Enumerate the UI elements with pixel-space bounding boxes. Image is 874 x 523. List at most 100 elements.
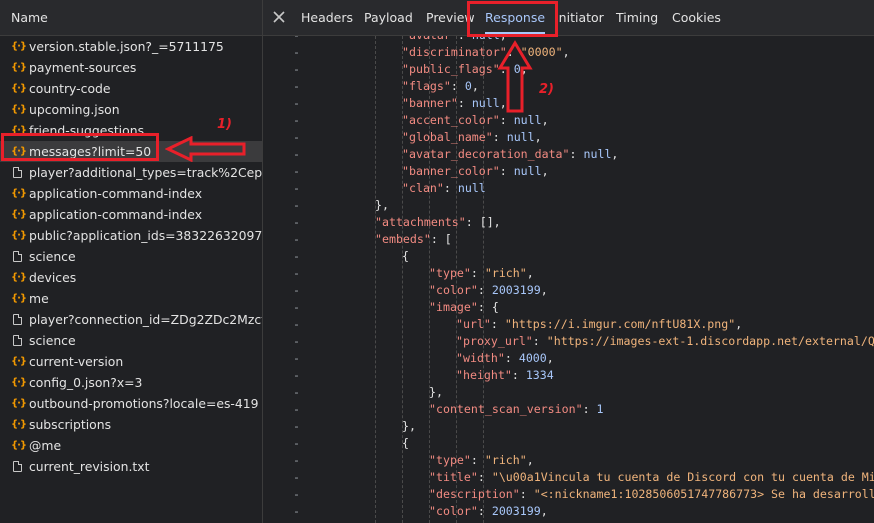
fold-marker[interactable]: -	[293, 333, 300, 350]
code-token: 1	[596, 402, 604, 416]
code-token: "<:nickname1:1028506051747786773> Se ha …	[533, 487, 874, 501]
request-row[interactable]: {·} devices	[0, 267, 262, 288]
annotation-box-response-tab	[467, 1, 558, 37]
code-token: "title"	[429, 470, 478, 484]
response-code-view[interactable]: -"avatar": null,-"discriminator": "0000"…	[263, 36, 874, 523]
fold-marker[interactable]: -	[293, 129, 300, 146]
code-token: "discriminator"	[402, 45, 507, 59]
fold-marker[interactable]: -	[293, 95, 300, 112]
code-token: "https://images-ext-1.discordapp.net/ext…	[546, 334, 874, 348]
fold-marker[interactable]: -	[293, 197, 300, 214]
code-token: ,	[540, 283, 548, 297]
fold-marker[interactable]: -	[293, 418, 300, 435]
request-row[interactable]: {·} payment-sources	[0, 57, 262, 78]
code-token: },	[429, 385, 443, 399]
code-token: "embeds"	[375, 232, 431, 246]
request-name: devices	[29, 270, 77, 285]
code-token: 0	[464, 79, 472, 93]
fold-marker[interactable]: -	[293, 350, 300, 367]
fold-marker[interactable]: -	[293, 384, 300, 401]
fold-marker[interactable]: -	[293, 299, 300, 316]
fold-marker[interactable]: -	[293, 503, 300, 520]
code-token: "banner_color"	[402, 164, 500, 178]
fold-marker[interactable]: -	[293, 44, 300, 61]
fold-marker[interactable]: -	[293, 265, 300, 282]
request-name: country-code	[29, 81, 111, 96]
code-token: :	[470, 453, 485, 467]
request-row[interactable]: player?connection_id=ZDg2ZDc2MzctMT...	[0, 309, 262, 330]
request-name: subscriptions	[29, 417, 112, 432]
fold-marker[interactable]: -	[293, 112, 300, 129]
fold-marker[interactable]: -	[293, 78, 300, 95]
tab-cookies[interactable]: Cookies	[672, 0, 721, 35]
close-icon[interactable]	[272, 10, 286, 24]
request-row[interactable]: current_revision.txt	[0, 456, 262, 477]
code-token: :	[443, 181, 458, 195]
code-token: :	[582, 402, 597, 416]
code-token: :	[499, 164, 514, 178]
request-list: {·} version.stable.json?_=5711175 {·} payme…	[0, 36, 262, 477]
fold-marker[interactable]: -	[293, 231, 300, 248]
code-token: :	[499, 113, 514, 127]
annotation-label-2: 2)	[539, 82, 554, 97]
fold-marker[interactable]: -	[293, 61, 300, 78]
request-row[interactable]: player?additional_types=track%2Cepisode	[0, 162, 262, 183]
code-token: null	[506, 130, 535, 144]
fold-marker[interactable]: -	[293, 146, 300, 163]
fold-marker[interactable]: -	[293, 214, 300, 231]
request-row[interactable]: {·} current-version	[0, 351, 262, 372]
document-icon	[13, 314, 22, 325]
request-row[interactable]: {·} config_0.json?x=3	[0, 372, 262, 393]
tab-headers[interactable]: Headers	[301, 0, 353, 35]
xhr-icon: {·}	[11, 356, 27, 367]
request-name: payment-sources	[29, 60, 137, 75]
fold-marker[interactable]: -	[293, 367, 300, 384]
code-token: "height"	[456, 368, 512, 382]
fold-marker[interactable]: -	[293, 248, 300, 265]
code-token: :	[470, 266, 485, 280]
code-token: "color"	[429, 283, 478, 297]
document-icon	[13, 335, 22, 346]
request-row[interactable]: science	[0, 246, 262, 267]
request-name: current-version	[29, 354, 124, 369]
code-token: : [],	[465, 215, 501, 229]
fold-marker[interactable]: -	[293, 401, 300, 418]
code-token: :	[519, 487, 534, 501]
request-row[interactable]: science	[0, 330, 262, 351]
code-token: ,	[611, 147, 619, 161]
fold-marker[interactable]: -	[293, 36, 300, 44]
request-row[interactable]: {·} version.stable.json?_=5711175	[0, 36, 262, 57]
code-token: "accent_color"	[402, 113, 500, 127]
xhr-icon: {·}	[11, 377, 27, 388]
request-row[interactable]: {·} application-command-index	[0, 204, 262, 225]
request-row[interactable]: {·} @me	[0, 435, 262, 456]
xhr-icon: {·}	[11, 104, 27, 115]
fold-marker[interactable]: -	[293, 486, 300, 503]
request-row[interactable]: {·}public?application_ids=38322632097005…	[0, 225, 262, 246]
fold-marker[interactable]: -	[293, 282, 300, 299]
code-token: "avatar_decoration_data"	[402, 147, 570, 161]
fold-marker[interactable]: -	[293, 163, 300, 180]
xhr-icon: {·}	[11, 41, 27, 52]
request-row[interactable]: {·} subscriptions	[0, 414, 262, 435]
tab-payload[interactable]: Payload	[364, 0, 413, 35]
fold-marker[interactable]: -	[293, 452, 300, 469]
tab-timing[interactable]: Timing	[616, 0, 658, 35]
code-token: : {	[477, 300, 499, 314]
fold-marker[interactable]: -	[293, 435, 300, 452]
fold-marker[interactable]: -	[293, 180, 300, 197]
request-row[interactable]: {·} me	[0, 288, 262, 309]
request-name: application-command-index	[29, 207, 203, 222]
name-column-header[interactable]: Name	[0, 0, 262, 36]
request-name: me	[29, 291, 49, 306]
fold-marker[interactable]: -	[293, 316, 300, 333]
request-row[interactable]: {·} application-command-index	[0, 183, 262, 204]
request-row[interactable]: {·} outbound-promotions?locale=es-419	[0, 393, 262, 414]
request-row[interactable]: {·} country-code	[0, 78, 262, 99]
tab-initiator[interactable]: Initiator	[555, 0, 604, 35]
code-token: "attachments"	[375, 215, 466, 229]
fold-marker[interactable]: -	[293, 469, 300, 486]
xhr-icon: {·}	[11, 230, 27, 241]
code-token: "color"	[429, 504, 478, 518]
code-token: :	[532, 334, 547, 348]
